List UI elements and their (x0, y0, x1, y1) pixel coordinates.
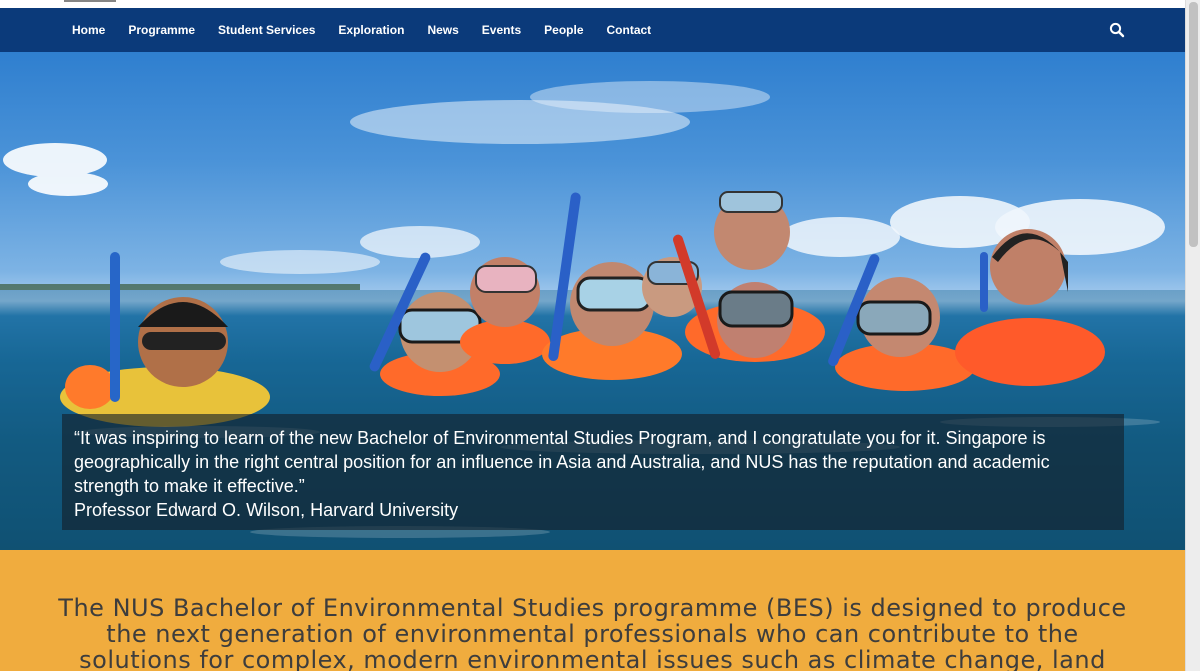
quote-box: “It was inspiring to learn of the new Ba… (62, 414, 1124, 530)
search-icon[interactable] (1108, 21, 1126, 39)
nav-item-people[interactable]: People (544, 23, 583, 37)
nav-item-student-services[interactable]: Student Services (218, 23, 315, 37)
nav-item-news[interactable]: News (427, 23, 458, 37)
nav-item-events[interactable]: Events (482, 23, 521, 37)
page: Home Programme Student Services Explorat… (0, 0, 1200, 671)
nav-item-programme[interactable]: Programme (128, 23, 195, 37)
main-nav: Home Programme Student Services Explorat… (0, 8, 1185, 52)
clouds (3, 81, 1165, 274)
vertical-scrollbar[interactable] (1185, 0, 1200, 671)
nav-links: Home Programme Student Services Explorat… (72, 23, 674, 37)
scrollbar-thumb[interactable] (1189, 2, 1198, 247)
quote-author: Professor Edward O. Wilson, Harvard Univ… (74, 500, 459, 520)
nav-item-exploration[interactable]: Exploration (338, 23, 404, 37)
nav-item-home[interactable]: Home (72, 23, 105, 37)
intro-section: The NUS Bachelor of Environmental Studie… (0, 550, 1185, 671)
quote-text: “It was inspiring to learn of the new Ba… (74, 428, 1050, 496)
intro-text: The NUS Bachelor of Environmental Studie… (58, 594, 1127, 671)
nav-item-contact[interactable]: Contact (607, 23, 652, 37)
top-strip (0, 0, 1185, 8)
hero-banner: “It was inspiring to learn of the new Ba… (0, 52, 1185, 550)
clipped-text-fragment (64, 0, 116, 2)
